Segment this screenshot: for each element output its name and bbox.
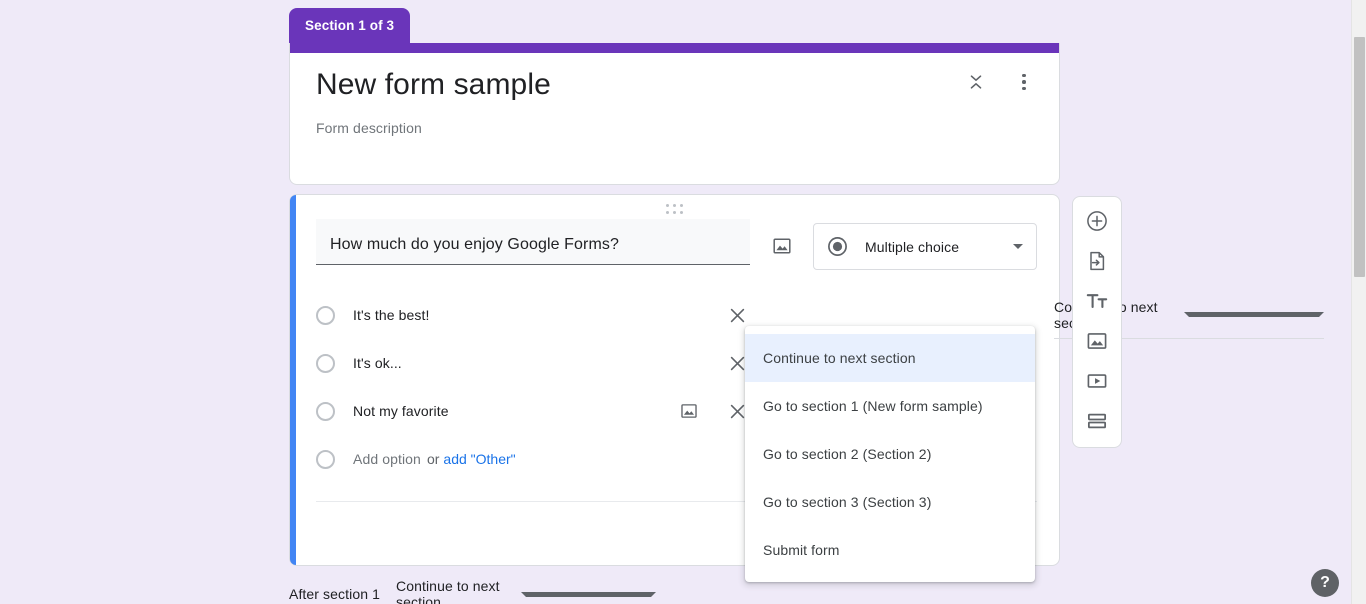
radio-button-icon <box>827 236 848 257</box>
add-option-button[interactable]: Add option <box>353 451 421 467</box>
add-question-button[interactable] <box>1084 208 1110 234</box>
dropdown-item-go-to-section-2[interactable]: Go to section 2 (Section 2) <box>745 430 1035 478</box>
chevron-down-icon <box>521 592 656 597</box>
vertical-scrollbar[interactable] <box>1351 0 1366 604</box>
form-description[interactable]: Form description <box>316 120 1033 136</box>
add-image-icon <box>772 236 792 256</box>
add-image-button[interactable] <box>1084 328 1110 354</box>
option-delete-button[interactable] <box>724 302 750 328</box>
import-questions-button[interactable] <box>1084 248 1110 274</box>
add-section-button[interactable] <box>1084 408 1110 434</box>
close-icon <box>729 307 746 324</box>
go-to-section-dropdown-menu: Continue to next section Go to section 1… <box>745 326 1035 582</box>
radio-unchecked-icon <box>316 450 335 469</box>
option-add-image-button[interactable] <box>676 398 702 424</box>
option-row: Not my favorite <box>316 387 750 435</box>
form-header-accent-bar <box>290 43 1059 53</box>
section-tab[interactable]: Section 1 of 3 <box>289 8 410 43</box>
video-icon <box>1086 370 1108 392</box>
add-other-option-button[interactable]: add "Other" <box>443 451 515 467</box>
radio-unchecked-icon <box>316 306 335 325</box>
question-toolbar <box>1072 196 1122 448</box>
collapse-expand-button[interactable] <box>963 69 989 95</box>
collapse-expand-icon <box>967 73 985 91</box>
more-options-button[interactable] <box>1011 69 1037 95</box>
after-section-bar: After section 1 Continue to next section <box>289 578 656 604</box>
dropdown-item-submit-form[interactable]: Submit form <box>745 526 1035 574</box>
chevron-down-icon <box>1184 312 1324 317</box>
close-icon <box>729 355 746 372</box>
form-header-card: New form sample Form description <box>289 43 1060 185</box>
plus-circle-icon <box>1086 210 1108 232</box>
chevron-down-icon <box>1013 244 1023 249</box>
page-title[interactable]: New form sample <box>316 65 1033 105</box>
dropdown-item-continue-to-next-section[interactable]: Continue to next section <box>745 334 1035 382</box>
add-video-button[interactable] <box>1084 368 1110 394</box>
question-add-image-button[interactable] <box>769 233 795 259</box>
option-label[interactable]: It's the best! <box>353 307 724 323</box>
option-label[interactable]: Not my favorite <box>353 403 676 419</box>
title-text-icon <box>1086 290 1108 312</box>
question-top-row: How much do you enjoy Google Forms? Mult… <box>316 219 1037 270</box>
option-row: It's the best! <box>316 291 750 339</box>
add-image-icon <box>680 402 698 420</box>
add-section-icon <box>1086 410 1108 432</box>
question-active-accent-bar <box>290 195 296 565</box>
after-section-navigation-value: Continue to next section <box>396 578 521 604</box>
after-section-label: After section 1 <box>289 586 380 602</box>
drag-handle[interactable] <box>666 204 684 215</box>
more-vert-icon <box>1022 74 1026 91</box>
form-header-content: New form sample Form description <box>290 43 1059 136</box>
import-file-icon <box>1086 250 1108 272</box>
option-row: It's ok... <box>316 339 750 387</box>
add-title-description-button[interactable] <box>1084 288 1110 314</box>
after-section-navigation-select[interactable]: Continue to next section <box>396 578 656 604</box>
radio-unchecked-icon <box>316 402 335 421</box>
answer-options-list: It's the best! It's ok... Not my favorit… <box>316 291 750 483</box>
dropdown-item-go-to-section-3[interactable]: Go to section 3 (Section 3) <box>745 478 1035 526</box>
help-button[interactable]: ? <box>1311 569 1339 597</box>
question-type-select[interactable]: Multiple choice <box>813 223 1037 270</box>
option-label[interactable]: It's ok... <box>353 355 724 371</box>
radio-unchecked-icon <box>316 354 335 373</box>
image-icon <box>1086 330 1108 352</box>
scrollbar-thumb[interactable] <box>1354 37 1365 277</box>
dropdown-item-go-to-section-1[interactable]: Go to section 1 (New form sample) <box>745 382 1035 430</box>
question-title-input[interactable]: How much do you enjoy Google Forms? <box>316 219 750 265</box>
add-option-or-text: or <box>427 451 439 467</box>
form-header-actions <box>963 69 1037 95</box>
add-option-row: Add option or add "Other" <box>316 435 750 483</box>
close-icon <box>729 403 746 420</box>
section-tab-label: Section 1 of 3 <box>305 18 394 33</box>
question-type-label: Multiple choice <box>865 239 1013 255</box>
